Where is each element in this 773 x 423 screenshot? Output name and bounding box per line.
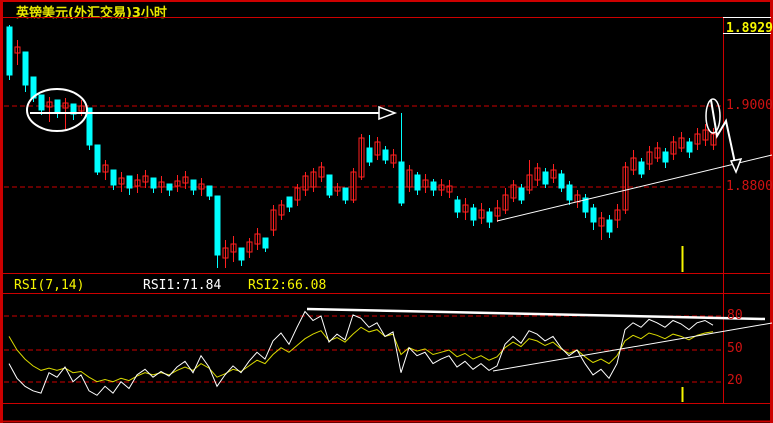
rsi-resistance-line-annotation [306,307,766,321]
rsi-indicator-label: RSI(7,14) [14,278,85,293]
rsi2-value-label: RSI2:66.08 [248,278,327,293]
candle-down [430,181,437,191]
candle-down [486,211,493,223]
candle-down [454,199,461,213]
candle-down [190,179,197,191]
candle-down [326,174,333,196]
candle-down [166,183,173,191]
candle-down [686,141,693,153]
price-level-label-18800: 1.8800 [726,179,773,194]
candle-down [54,99,61,113]
date-axis: /2103/2303/2403/2803/2903/3104/0404/0504… [0,403,773,423]
candle-down [414,174,421,191]
candle-down [342,187,349,201]
candle-down [6,26,13,76]
candle-down [126,175,133,189]
horizontal-arrowhead [378,105,398,121]
candle-down [558,173,565,189]
candle-down [566,184,573,201]
rsi-level-label-50: 50 [727,341,743,356]
rsi1-value-label: RSI1:71.84 [143,278,222,293]
price-level-label-19000: 1.9000 [726,98,773,113]
candle-down [38,94,45,111]
candle-down [262,237,269,249]
rsi-level-label-20: 20 [727,373,743,388]
chart-overlay-svg[interactable] [0,0,773,423]
latest-price-label: 1.8929 [726,21,773,36]
rsi1-line [8,310,714,396]
candle-down [590,207,597,223]
candle-down [542,171,549,185]
candle-down [286,196,293,208]
candle-down [214,195,221,256]
candle-down [662,151,669,163]
candle-down [470,207,477,221]
zigzag-arrowhead [729,157,743,174]
candle-down [206,185,213,197]
candle-down [238,247,245,261]
rsi-level-label-80: 80 [727,308,743,323]
candle-down [366,147,373,163]
candle-down [518,187,525,201]
candle-down [150,177,157,189]
candle-down [382,149,389,161]
candle-down [398,161,405,204]
candle-down [94,144,101,173]
rsi2-line [8,326,714,383]
chart-window: 英镑美元(外汇交易)3小时 1.8929 1.9000 1.8800 RSI(7… [0,0,773,423]
candle-down [638,161,645,175]
rsi-header-bar: RSI(7,14) RSI1:71.84 RSI2:66.08 [0,275,773,293]
candle-down [606,219,613,233]
candle-down [22,51,29,86]
candle-down [110,169,117,186]
